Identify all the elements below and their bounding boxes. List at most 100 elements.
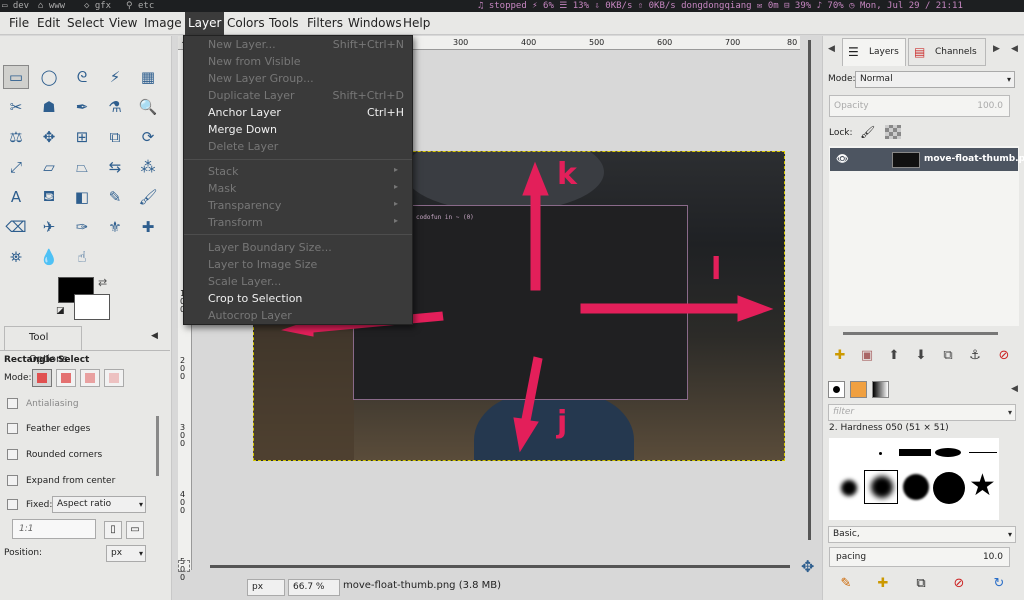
brushes-menu-icon[interactable]: ◀ [1011,384,1018,394]
tab-patterns[interactable] [850,381,867,398]
anchor-layer-icon[interactable]: ⚓ [966,347,984,365]
zoom-value: 66.7 % [293,582,325,592]
menu-item-label: Layer Boundary Size... [208,241,332,254]
menu-item-label: Layer to Image Size [208,258,318,271]
layer-name: move-float-thumb.png [924,154,1024,164]
unit-select[interactable]: px [247,579,285,596]
lower-layer-icon[interactable]: ⬇ [912,347,930,365]
lock-pixels-icon[interactable]: 🖌 [860,125,875,139]
brush-grid[interactable]: ★ [829,438,999,520]
brush-name: 2. Hardness 050 (51 × 51) [829,423,949,433]
duplicate-brush-icon[interactable]: ⧉ [912,575,930,593]
menu-item-label: Crop to Selection [208,292,303,305]
quick-mask-toggle[interactable] [178,560,190,572]
layers-horizontal-scrollbar[interactable] [843,332,998,335]
chevron-down-icon: ▾ [1006,75,1011,84]
delete-brush-icon[interactable]: ⊘ [950,575,968,593]
key-label-l: l [711,252,722,287]
brush-item[interactable] [969,452,997,453]
key-label-k: k [557,157,577,192]
menu-item-layer-boundary-size[interactable]: Layer Boundary Size... [208,241,404,254]
menu-item-merge-down[interactable]: Merge Down [208,123,404,136]
menu-item-transform[interactable]: Transform ▸ [208,216,404,229]
refresh-brushes-icon[interactable]: ↻ [990,575,1008,593]
brush-item[interactable] [933,472,965,504]
brush-item[interactable] [935,448,961,457]
chevron-down-icon: ▾ [1007,530,1012,539]
menu-item-crop-to-selection[interactable]: Crop to Selection [208,292,404,305]
layer-mode-select[interactable]: Normal ▾ [855,71,1015,88]
layers-list [829,146,1019,326]
menu-item-label: New Layer... [208,38,276,51]
menu-item-anchor-layer[interactable]: Anchor Layer Ctrl+H [208,106,404,119]
menu-item-duplicate-layer[interactable]: Duplicate Layer Shift+Ctrl+D [208,89,404,102]
new-brush-icon[interactable]: ✚ [874,575,892,593]
dock-scroll-left-icon[interactable]: ◀ [828,44,835,54]
star-brush-icon[interactable]: ★ [969,468,996,503]
menu-item-shortcut: Shift+Ctrl+N [332,38,404,51]
layer-mode-value: Normal [860,74,893,84]
submenu-arrow-icon: ▸ [393,199,398,208]
menu-item-mask[interactable]: Mask ▸ [208,182,404,195]
brush-selected-frame [864,470,898,504]
menu-item-autocrop-layer[interactable]: Autocrop Layer [208,309,404,322]
layer-thumbnail [892,152,920,168]
unit-value: px [252,582,264,592]
channels-icon: ▤ [914,45,926,59]
brush-item[interactable] [879,452,882,455]
tab-layers[interactable]: ☰ Layers [842,38,906,66]
menu-item-transparency[interactable]: Transparency ▸ [208,199,404,212]
new-layer-icon[interactable]: ✚ [831,347,849,365]
menu-item-label: Transform [208,216,263,229]
dock-scroll-right-icon[interactable]: ▶ [993,44,1000,54]
arrow-up-icon [522,161,549,291]
duplicate-layer-icon[interactable]: ⧉ [939,347,957,365]
layer-menu-dropdown: New Layer... Shift+Ctrl+N New from Visibl… [183,35,413,325]
new-layer-group-icon[interactable]: ▣ [858,347,876,365]
raise-layer-icon[interactable]: ⬆ [885,347,903,365]
canvas-vertical-scrollbar[interactable] [808,40,811,540]
menu-item-delete-layer[interactable]: Delete Layer [208,140,404,153]
menu-item-stack[interactable]: Stack ▸ [208,165,404,178]
dock-menu-icon[interactable]: ◀ [1011,44,1018,54]
lock-alpha-icon[interactable] [885,125,901,139]
brush-item[interactable] [899,449,931,456]
menu-item-new-layer-group[interactable]: New Layer Group... [208,72,404,85]
tab-channels-label: Channels [935,47,977,57]
menu-item-new-layer[interactable]: New Layer... Shift+Ctrl+N [208,38,404,51]
layer-mode-label: Mode: [828,74,856,84]
spacing-slider[interactable]: pacing 10.0 [829,547,1010,567]
brush-preset-select[interactable]: Basic, ▾ [828,526,1016,543]
canvas-horizontal-scrollbar[interactable] [210,565,790,568]
navigate-icon[interactable]: ✥ [801,557,814,576]
visibility-eye-icon[interactable]: 👁 [836,148,849,171]
layer-row[interactable]: 👁 move-float-thumb.png [830,148,1024,171]
delete-layer-icon[interactable]: ⊘ [995,347,1013,365]
menu-item-scale-layer[interactable]: Scale Layer... [208,275,404,288]
menu-item-shortcut: Shift+Ctrl+D [332,89,404,102]
opacity-slider[interactable]: Opacity 100.0 [829,95,1010,117]
menu-item-label: Autocrop Layer [208,309,292,322]
menu-item-new-from-visible[interactable]: New from Visible [208,55,404,68]
edit-brush-icon[interactable]: ✎ [837,575,855,593]
menu-item-label: New from Visible [208,55,301,68]
menu-item-label: New Layer Group... [208,72,314,85]
menu-item-label: Anchor Layer [208,106,281,119]
zoom-select[interactable]: 66.7 % [288,579,340,596]
lock-label: Lock: [829,128,853,138]
submenu-arrow-icon: ▸ [393,182,398,191]
brush-item[interactable] [903,474,929,500]
brush-filter-placeholder: filter [833,407,855,417]
spacing-value: 10.0 [982,552,1003,562]
menu-item-label: Merge Down [208,123,278,136]
tab-channels[interactable]: ▤ Channels [908,38,986,66]
status-filename: move-float-thumb.png (3.8 MB) [343,580,502,591]
brush-filter-input[interactable]: filter ▾ [828,404,1016,421]
tab-brushes[interactable] [828,381,845,398]
menu-item-label: Stack [208,165,239,178]
chevron-down-icon: ▾ [1007,408,1012,417]
brush-item[interactable] [841,480,857,496]
menu-item-layer-to-image-size[interactable]: Layer to Image Size [208,258,404,271]
tab-gradients[interactable] [872,381,889,398]
menu-separator [184,234,412,235]
